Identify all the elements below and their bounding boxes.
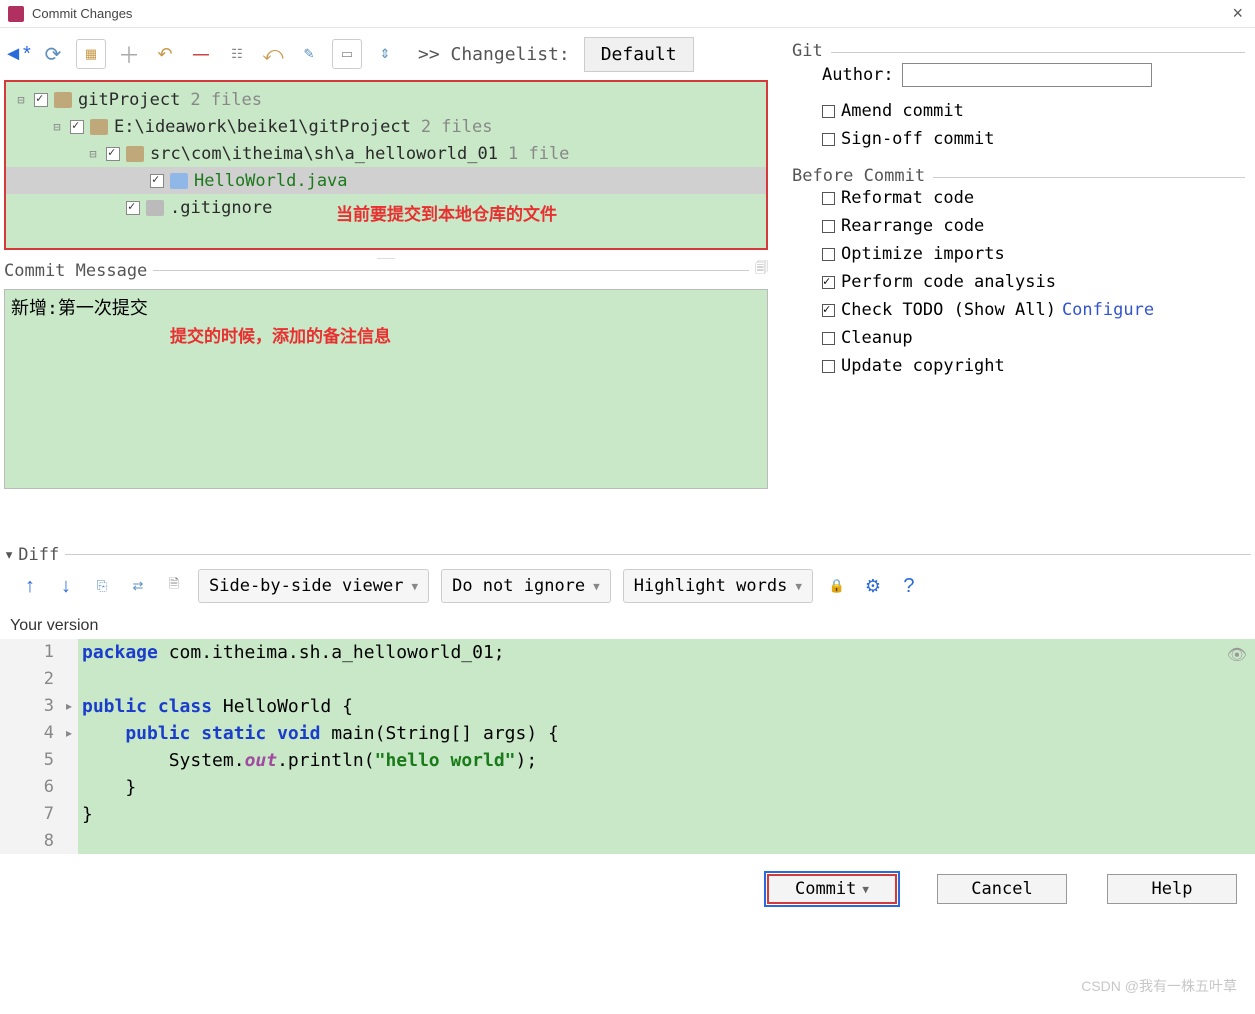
rearrange-checkbox[interactable]: Rearrange code xyxy=(822,216,1245,236)
signoff-commit-checkbox[interactable]: Sign-off commit xyxy=(822,129,1245,149)
commit-toolbar: ◄* ⟳ ▦ ＋ ↶ － ☷ ⤺ ✎ ▭ ⇕ >> Changelist: De… xyxy=(0,28,772,80)
commit-message-legend: Commit Message xyxy=(4,261,153,281)
move-left-icon[interactable]: ◄* xyxy=(4,41,30,67)
folder-icon xyxy=(54,92,72,108)
checkbox[interactable] xyxy=(150,174,164,188)
checkbox[interactable] xyxy=(106,147,120,161)
tree-file-java[interactable]: HelloWorld.java xyxy=(6,167,766,194)
dialog-buttons: Commit▼ Cancel Help xyxy=(0,854,1255,910)
annotation-msg: 提交的时候，添加的备注信息 xyxy=(170,322,391,347)
folder-icon xyxy=(90,119,108,135)
rollback-icon[interactable]: ⤺ xyxy=(260,41,286,67)
diff-toolbar: ↑ ↓ ⎘ ⇄ 🗎 Side-by-side viewer▼ Do not ig… xyxy=(0,555,1255,613)
lock-icon[interactable]: 🔒 xyxy=(825,574,849,598)
reformat-checkbox[interactable]: Reformat code xyxy=(822,188,1245,208)
history-icon[interactable]: 🗐 xyxy=(749,259,768,281)
add-icon[interactable]: ＋ xyxy=(116,41,142,67)
close-icon[interactable]: × xyxy=(1228,3,1247,24)
view-mode-select[interactable]: Side-by-side viewer▼ xyxy=(198,569,429,603)
watermark: CSDN @我有一株五叶草 xyxy=(1081,976,1237,996)
analysis-checkbox[interactable]: Perform code analysis xyxy=(822,272,1245,292)
remove-icon[interactable]: － xyxy=(188,41,214,67)
changelist-label: >> Changelist: xyxy=(418,44,570,65)
checkbox[interactable] xyxy=(34,93,48,107)
annotation-tree: 当前要提交到本地仓库的文件 xyxy=(336,200,557,225)
changelist-select[interactable]: Default xyxy=(584,37,694,72)
line-gutter: 12345678 xyxy=(0,639,60,854)
ignore-select[interactable]: Do not ignore▼ xyxy=(441,569,611,603)
gear-icon[interactable]: ⚙ xyxy=(861,574,885,598)
copyright-checkbox[interactable]: Update copyright xyxy=(822,356,1245,376)
diff-editor[interactable]: 12345678 ▸▸ package com.itheima.sh.a_hel… xyxy=(0,639,1255,854)
tree-src[interactable]: ⊟ src\com\itheima\sh\a_helloworld_01 1 f… xyxy=(6,140,766,167)
author-label: Author: xyxy=(822,65,894,85)
prev-diff-icon[interactable]: ↑ xyxy=(18,574,42,598)
window-title: Commit Changes xyxy=(32,6,1228,21)
collapse-icon[interactable]: ⇕ xyxy=(372,41,398,67)
diff-section[interactable]: ▾Diff xyxy=(4,545,65,565)
help-button[interactable]: Help xyxy=(1107,874,1237,904)
java-file-icon xyxy=(170,173,188,189)
jump-source-icon[interactable]: ⎘ xyxy=(90,574,114,598)
before-commit-section: Before Commit xyxy=(792,166,933,186)
next-diff-icon[interactable]: ↓ xyxy=(54,574,78,598)
amend-commit-checkbox[interactable]: Amend commit xyxy=(822,101,1245,121)
cleanup-checkbox[interactable]: Cleanup xyxy=(822,328,1245,348)
commit-message-input[interactable]: 新增:第一次提交 提交的时候，添加的备注信息 xyxy=(4,289,768,489)
version-label: Your version xyxy=(0,613,1255,639)
checkbox[interactable] xyxy=(126,201,140,215)
app-icon xyxy=(8,6,24,22)
todo-checkbox[interactable]: Check TODO (Show All)Configure xyxy=(822,300,1245,320)
tree-root[interactable]: ⊟ gitProject 2 files xyxy=(6,86,766,113)
optimize-checkbox[interactable]: Optimize imports xyxy=(822,244,1245,264)
git-section: Git xyxy=(792,41,831,61)
cancel-button[interactable]: Cancel xyxy=(937,874,1067,904)
help-icon[interactable]: ? xyxy=(897,574,921,598)
tree-path[interactable]: ⊟ E:\ideawork\beike1\gitProject 2 files xyxy=(6,113,766,140)
commit-button[interactable]: Commit▼ xyxy=(767,874,897,904)
compare-icon[interactable]: ⇄ xyxy=(126,574,150,598)
group-icon[interactable]: ☷ xyxy=(224,41,250,67)
titlebar: Commit Changes × xyxy=(0,0,1255,28)
folder-icon xyxy=(126,146,144,162)
inspection-icon[interactable]: 👁 xyxy=(1227,645,1247,665)
diff-icon[interactable]: ▦ xyxy=(76,39,106,69)
edit-icon[interactable]: 🗎 xyxy=(162,574,186,598)
highlight-select[interactable]: Highlight words▼ xyxy=(623,569,813,603)
text-file-icon xyxy=(146,200,164,216)
checkbox[interactable] xyxy=(70,120,84,134)
author-input[interactable] xyxy=(902,63,1152,87)
files-tree: ⊟ gitProject 2 files ⊟ E:\ideawork\beike… xyxy=(4,80,768,250)
revert-icon[interactable]: ↶ xyxy=(152,41,178,67)
expand-icon[interactable]: ▭ xyxy=(332,39,362,69)
code-content: package com.itheima.sh.a_helloworld_01; … xyxy=(78,639,1255,854)
fold-gutter[interactable]: ▸▸ xyxy=(60,639,78,854)
options-panel: Git Author: Amend commit Sign-off commit… xyxy=(772,28,1255,548)
configure-link[interactable]: Configure xyxy=(1062,300,1154,320)
changelist-icon[interactable]: ✎ xyxy=(296,41,322,67)
refresh-icon[interactable]: ⟳ xyxy=(40,41,66,67)
